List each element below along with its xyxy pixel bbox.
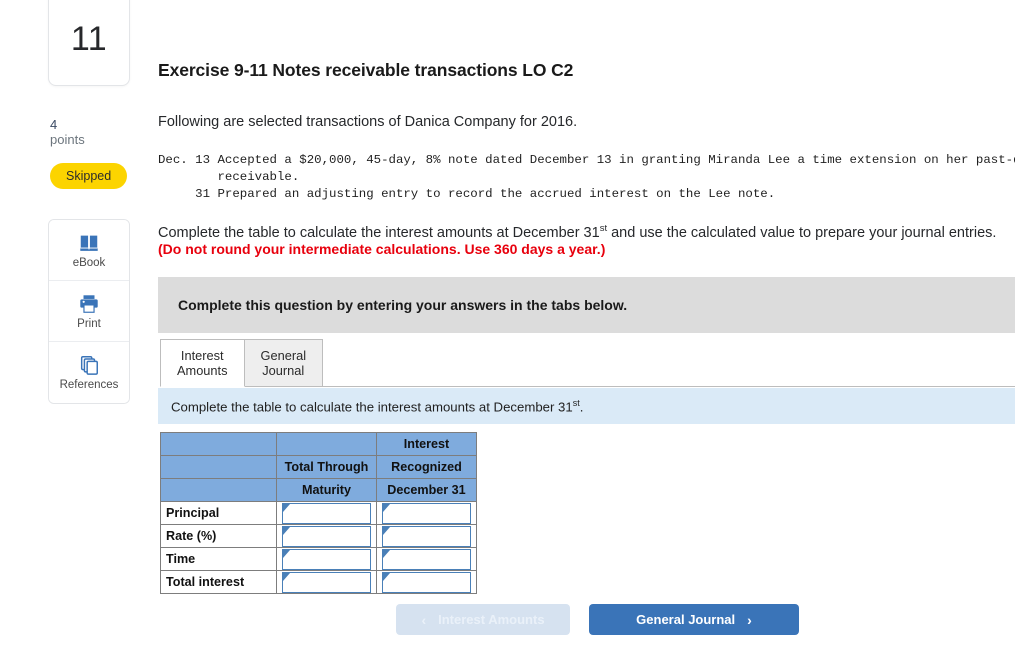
points-label: points <box>50 132 85 147</box>
cell-flag-icon <box>383 572 390 581</box>
interest-amounts-table-wrapper: Interest Total Through Recognized Maturi… <box>160 432 477 594</box>
cell-rate-maturity[interactable] <box>276 524 377 548</box>
row-label-principal: Principal <box>160 501 277 525</box>
table-header-row: Total Through Recognized <box>160 455 477 479</box>
points-block: 4 points <box>50 118 134 148</box>
header-blank-r2c1 <box>160 455 277 479</box>
answer-instruction-bar: Complete this question by entering your … <box>158 277 1015 333</box>
banner-pre: Complete the table to calculate the inte… <box>171 399 573 415</box>
ebook-label: eBook <box>72 256 106 269</box>
banner-ordinal-suffix: st <box>572 397 580 408</box>
header-blank-r1c1 <box>160 432 277 456</box>
interest-amounts-table: Interest Total Through Recognized Maturi… <box>160 432 477 594</box>
cell-principal-maturity[interactable] <box>276 501 377 525</box>
tab-instruction-text: Complete the table to calculate the inte… <box>171 398 583 414</box>
intro-text: Following are selected transactions of D… <box>158 114 578 130</box>
header-december-31: December 31 <box>376 478 477 502</box>
tab-instruction-banner: Complete the table to calculate the inte… <box>158 388 1015 424</box>
table-row: Rate (%) <box>160 524 477 548</box>
prev-button-label: Interest Amounts <box>438 612 545 627</box>
cell-flag-icon <box>383 503 390 512</box>
points-value: 4 <box>50 117 58 132</box>
instruction-post: and use the calculated value to prepare … <box>607 224 997 241</box>
ebook-icon <box>78 232 100 254</box>
print-button[interactable]: Print <box>49 281 129 342</box>
rounding-note: (Do not round your intermediate calculat… <box>158 241 606 257</box>
question-number: 11 <box>70 20 108 58</box>
header-blank-r3c1 <box>160 478 277 502</box>
table-row: Total interest <box>160 570 477 594</box>
tab-general-journal-line2: Journal <box>262 363 305 378</box>
cell-time-recognized[interactable] <box>376 547 477 571</box>
prev-interest-amounts-button[interactable]: ‹ Interest Amounts <box>396 604 570 635</box>
cell-flag-icon <box>283 572 290 581</box>
row-label-time: Time <box>160 547 277 571</box>
table-header-row: Interest <box>160 432 477 456</box>
tab-interest-amounts[interactable]: Interest Amounts <box>160 339 245 387</box>
tab-general-journal-line1: General <box>260 348 307 363</box>
table-row: Principal <box>160 501 477 525</box>
instruction-ordinal-suffix: st <box>599 223 608 234</box>
cell-rate-recognized[interactable] <box>376 524 477 548</box>
tab-navigation: ‹ Interest Amounts General Journal › <box>396 604 799 635</box>
banner-post: . <box>579 399 584 415</box>
references-icon <box>78 354 100 376</box>
page-title: Exercise 9-11 Notes receivable transacti… <box>158 60 574 80</box>
header-recognized: Recognized <box>376 455 477 479</box>
print-icon <box>78 293 100 315</box>
cell-principal-recognized[interactable] <box>376 501 477 525</box>
next-general-journal-button[interactable]: General Journal › <box>589 604 799 635</box>
tab-bar: Interest Amounts General Journal <box>160 339 1015 387</box>
cell-flag-icon <box>283 549 290 558</box>
answer-instruction-text: Complete this question by entering your … <box>178 297 628 313</box>
header-r1c2 <box>276 432 377 456</box>
header-maturity: Maturity <box>276 478 377 502</box>
references-label: References <box>59 379 119 391</box>
chevron-left-icon: ‹ <box>421 611 427 628</box>
next-button-label: General Journal <box>636 612 736 627</box>
question-page: 11 4 points Skipped eBook Print Referenc… <box>0 0 1015 668</box>
cell-time-maturity[interactable] <box>276 547 377 571</box>
cell-total-interest-recognized[interactable] <box>376 570 477 594</box>
transactions-text: Dec. 13 Accepted a $20,000, 45-day, 8% n… <box>158 153 1015 201</box>
tools-panel: eBook Print References <box>48 219 130 404</box>
question-number-badge: 11 <box>48 0 130 86</box>
tab-interest-amounts-line1: Interest <box>180 348 224 363</box>
cell-flag-icon <box>283 526 290 535</box>
cell-total-interest-maturity[interactable] <box>276 570 377 594</box>
status-badge: Skipped <box>50 163 128 189</box>
row-label-rate: Rate (%) <box>160 524 277 548</box>
references-button[interactable]: References <box>49 342 129 403</box>
header-total-through: Total Through <box>276 455 377 479</box>
cell-flag-icon <box>383 526 390 535</box>
ebook-button[interactable]: eBook <box>49 220 129 281</box>
table-row: Time <box>160 547 477 571</box>
tab-general-journal[interactable]: General Journal <box>243 339 324 386</box>
chevron-right-icon: › <box>747 611 752 628</box>
print-label: Print <box>77 317 101 330</box>
cell-flag-icon <box>283 503 290 512</box>
tab-interest-amounts-line2: Amounts <box>177 363 228 378</box>
table-header-row: Maturity December 31 <box>160 478 477 502</box>
cell-flag-icon <box>383 549 390 558</box>
row-label-total-interest: Total interest <box>160 570 277 594</box>
header-interest: Interest <box>376 432 477 456</box>
